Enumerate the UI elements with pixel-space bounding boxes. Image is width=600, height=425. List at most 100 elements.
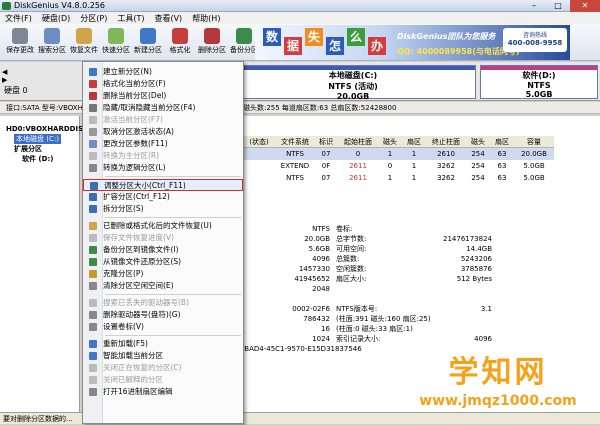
menu-item-label: 已删除或格式化后的文件恢复(U) xyxy=(103,221,212,230)
menu-2[interactable]: 分区(P) xyxy=(75,12,112,24)
menu-item-22[interactable]: 删除驱动器号(盘符)(G) xyxy=(83,309,243,321)
toolbar-button-3[interactable]: 快速分区 xyxy=(98,26,134,58)
next-disk-icon[interactable]: ▶ xyxy=(2,76,16,84)
menu-item-14[interactable]: 已删除或格式化后的文件恢复(U) xyxy=(83,220,243,232)
detail-cell xyxy=(408,284,492,294)
delete-icon xyxy=(89,92,97,100)
menu-item-12[interactable]: 拆分分区(S) xyxy=(83,203,243,215)
menu-item-label: 调整分区大小(Ctrl_F11) xyxy=(104,181,186,190)
toolbar-label: 搜索分区 xyxy=(38,46,66,54)
detail-cell: (柱面:0 磁头:33 扇区:1) xyxy=(336,325,413,333)
deactivate-icon xyxy=(89,128,97,136)
clone-icon xyxy=(89,270,97,278)
tree-item-1[interactable]: 本地磁盘 (C:) xyxy=(6,134,79,144)
tree-item-2[interactable]: 扩展分区 xyxy=(6,144,79,154)
menu-item-29[interactable]: 打开16进制扇区编辑 xyxy=(83,386,243,398)
menu-item-3[interactable]: 隐藏/取消隐藏当前分区(F4) xyxy=(83,102,243,114)
column-header: 起始柱面 xyxy=(344,138,372,146)
table-cell: 07 xyxy=(321,174,331,182)
detail-cell: 41945652 xyxy=(294,275,330,283)
column-header: (状态) xyxy=(249,138,269,146)
detail-cell: -BAD4-45C1-9570-E15D31837546 xyxy=(242,345,362,353)
menu-item-label: 更改分区参数(F11) xyxy=(103,139,168,148)
tree-item-label: 软件 (D:) xyxy=(22,155,54,163)
detail-cell xyxy=(408,324,492,334)
restore-icon xyxy=(89,258,97,266)
menu-item-label: 转换为主分区(R) xyxy=(103,151,160,160)
menu-4[interactable]: 查看(V) xyxy=(149,12,187,24)
detail-cell: 14.4GB xyxy=(466,245,492,253)
new-partition-icon xyxy=(89,68,97,76)
table-cell: NTFS xyxy=(286,174,304,182)
menu-item-label: 格式化当前分区(F) xyxy=(103,79,166,88)
backup-icon xyxy=(89,246,97,254)
menu-1[interactable]: 硬盘(D) xyxy=(37,12,75,24)
menu-item-0[interactable]: 建立新分区(N) xyxy=(83,66,243,78)
detail-cell: 索引记录大小: xyxy=(336,335,381,343)
partition-d-block[interactable]: 软件(D:) NTFS 5.0GB xyxy=(480,65,598,99)
detail-row: 41945652 扇区大小: 512 Bytes xyxy=(242,274,492,284)
tree-item-label: 扩展分区 xyxy=(14,145,42,153)
minimize-button[interactable]: – xyxy=(522,0,546,12)
detail-cell: 扇区大小: xyxy=(336,275,367,283)
toolbar-label: 保存更改 xyxy=(6,46,34,54)
quick-partition-icon xyxy=(108,28,124,44)
ad-banner[interactable]: 数据失怎么办 DiskGenius团队为您服务 QQ: 4000089958(与… xyxy=(255,25,570,60)
column-header: 终止柱面 xyxy=(432,138,460,146)
menu-separator xyxy=(105,217,241,218)
menu-item-1[interactable]: 格式化当前分区(F) xyxy=(83,78,243,90)
maximize-button[interactable]: □ xyxy=(546,0,570,12)
menu-item-6[interactable]: 更改分区参数(F11) xyxy=(83,138,243,150)
menu-item-25[interactable]: 重新加载(F5) xyxy=(83,338,243,350)
menu-item-23[interactable]: 设置卷标(V) xyxy=(83,321,243,333)
menu-0[interactable]: 文件(F) xyxy=(0,12,37,24)
menu-5[interactable]: 帮助(H) xyxy=(187,12,225,24)
toolbar-button-0[interactable]: 保存更改 xyxy=(2,26,38,58)
table-cell xyxy=(242,148,276,160)
menu-item-2[interactable]: 删除当前分区(Del) xyxy=(83,90,243,102)
tree-item-3[interactable]: 软件 (D:) xyxy=(6,154,79,164)
activate-icon xyxy=(89,116,97,124)
detail-row: 1457330 空闲簇数: 3785876 xyxy=(242,264,492,274)
menu-item-11[interactable]: 扩容分区(Ctrl_F12) xyxy=(83,191,243,203)
banner-char: 失 xyxy=(305,28,323,46)
toolbar-label: 快速分区 xyxy=(102,46,130,54)
menu-item-18[interactable]: 克隆分区(P) xyxy=(83,268,243,280)
tree-item-0[interactable]: HD0:VBOXHARDDISK xyxy=(6,124,89,134)
table-row[interactable]: NTFS 07 0 1 1 2610 254 63 20.0GB xyxy=(242,148,554,160)
menu-bar: 文件(F) 硬盘(D) 分区(P) 工具(T) 查看(V) 帮助(H) xyxy=(0,12,600,24)
menu-item-19[interactable]: 清除分区空闲空间(E) xyxy=(83,280,243,292)
toolbar-button-1[interactable]: 搜索分区 xyxy=(34,26,70,58)
menu-3[interactable]: 工具(T) xyxy=(112,12,149,24)
table-row[interactable]: EXTEND 0F 2611 0 1 3262 254 63 5.0GB xyxy=(242,160,554,172)
partition-c-block[interactable]: 本地磁盘(C:) NTFS (活动) 20.0GB xyxy=(230,65,476,101)
detail-row: 5.6GB 可用空间: 14.4GB xyxy=(242,244,492,254)
menu-item-10[interactable]: 调整分区大小(Ctrl_F11) xyxy=(83,179,243,191)
column-header: 文件系统 xyxy=(281,138,309,146)
close-button[interactable]: ✕ xyxy=(570,0,600,12)
detail-cell: 5243206 xyxy=(460,255,492,263)
menu-item-16[interactable]: 备份分区到镜像文件(I) xyxy=(83,244,243,256)
menu-item-8[interactable]: 转换为逻辑分区(L) xyxy=(83,162,243,174)
detail-row: NTFS 卷标: xyxy=(242,224,492,234)
menu-item-label: 删除当前分区(Del) xyxy=(103,91,167,100)
menu-separator xyxy=(105,335,241,336)
menu-item-label: 打开16进制扇区编辑 xyxy=(103,387,173,396)
table-header: (状态) 文件系统 标识 起始柱面 磁头 扇区 终止柱面 磁头 扇区 容量 xyxy=(242,136,554,148)
toolbar-button-6[interactable]: 删除分区 xyxy=(194,26,230,58)
recover-icon xyxy=(76,28,92,44)
toolbar-button-4[interactable]: 新建分区 xyxy=(130,26,166,58)
toolbar-button-2[interactable]: 恢复文件 xyxy=(66,26,102,58)
menu-item-5[interactable]: 取消分区激活状态(A) xyxy=(83,126,243,138)
detail-cell xyxy=(408,224,492,234)
prev-disk-icon[interactable]: ◀ xyxy=(2,68,16,76)
toolbar-button-5[interactable]: 格式化 xyxy=(162,26,198,58)
menu-item-26[interactable]: 智能加载当前分区 xyxy=(83,350,243,362)
table-row[interactable]: NTFS 07 2611 1 1 3262 254 63 5.0GB xyxy=(242,172,554,184)
letter-icon xyxy=(89,299,97,307)
detail-row: 2048 xyxy=(242,284,492,294)
detail-cell xyxy=(408,314,492,324)
detail-cell xyxy=(330,284,408,294)
close-explained-icon xyxy=(89,376,97,384)
menu-item-17[interactable]: 从镜像文件还原分区(S) xyxy=(83,256,243,268)
